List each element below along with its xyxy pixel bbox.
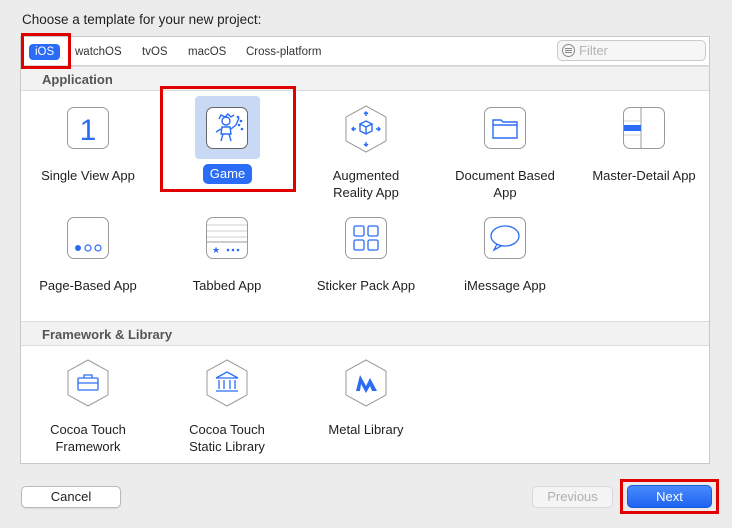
- template-label: Page-Based App: [39, 278, 137, 293]
- template-label: Master-Detail App: [592, 168, 696, 183]
- tab-ios[interactable]: iOS: [29, 44, 61, 60]
- section-title-framework-library: Framework & Library: [42, 327, 173, 342]
- master-detail-icon: [619, 105, 669, 155]
- svg-text:1: 1: [80, 114, 97, 147]
- cancel-button[interactable]: Cancel: [21, 486, 121, 508]
- filter-input[interactable]: [579, 42, 699, 59]
- previous-button[interactable]: Previous: [532, 486, 613, 508]
- section-title-application: Application: [42, 72, 113, 87]
- template-single-view-app[interactable]: 1 Single View App: [23, 105, 153, 190]
- augmented-reality-icon: [341, 105, 391, 155]
- template-label: Sticker Pack App: [316, 278, 416, 293]
- template-label: Augmented Reality App: [332, 168, 400, 200]
- template-label: Tabbed App: [192, 278, 262, 293]
- document-folder-icon: [480, 105, 530, 155]
- template-label: Cocoa Touch Static Library: [189, 422, 265, 454]
- section-header-application: Application: [21, 66, 709, 91]
- template-label: Single View App: [41, 168, 135, 183]
- template-augmented-reality-app[interactable]: Augmented Reality App: [301, 105, 431, 205]
- template-label: iMessage App: [464, 278, 546, 293]
- game-icon: [202, 105, 252, 155]
- single-view-app-icon: 1: [63, 105, 113, 155]
- svg-text:★: ★: [212, 246, 220, 256]
- template-cocoa-touch-static-library[interactable]: Cocoa Touch Static Library: [162, 359, 292, 459]
- library-building-icon: [202, 359, 252, 409]
- template-metal-library[interactable]: Metal Library: [301, 359, 431, 444]
- filter-field[interactable]: [557, 40, 706, 61]
- dialog-title: Choose a template for your new project:: [22, 12, 262, 27]
- section-header-framework-library: Framework & Library: [21, 321, 709, 346]
- template-tabbed-app[interactable]: ★ Tabbed App: [162, 215, 292, 295]
- tab-tvos[interactable]: tvOS: [136, 44, 174, 60]
- page-based-icon: [63, 215, 113, 265]
- tab-macos[interactable]: macOS: [182, 44, 232, 60]
- template-sticker-pack-app[interactable]: Sticker Pack App: [301, 215, 431, 295]
- template-document-based-app[interactable]: Document Based App: [440, 105, 570, 205]
- tab-watchos[interactable]: watchOS: [69, 44, 128, 60]
- tab-cross-platform[interactable]: Cross-platform: [240, 44, 327, 60]
- template-label: Cocoa Touch Framework: [50, 422, 126, 454]
- filter-icon: [562, 44, 575, 57]
- template-label: Document Based App: [455, 168, 555, 200]
- template-label-game: Game: [203, 164, 252, 184]
- metal-icon: [341, 359, 391, 409]
- template-master-detail-app[interactable]: Master-Detail App: [579, 105, 709, 190]
- tabbed-icon: ★: [202, 215, 252, 265]
- toolbox-icon: [63, 359, 113, 409]
- sticker-grid-icon: [341, 215, 391, 265]
- speech-bubble-icon: [480, 215, 530, 265]
- template-label: Metal Library: [328, 422, 404, 437]
- template-imessage-app[interactable]: iMessage App: [440, 215, 570, 295]
- template-page-based-app[interactable]: Page-Based App: [23, 215, 153, 295]
- next-button[interactable]: Next: [627, 485, 712, 508]
- template-cocoa-touch-framework[interactable]: Cocoa Touch Framework: [23, 359, 153, 459]
